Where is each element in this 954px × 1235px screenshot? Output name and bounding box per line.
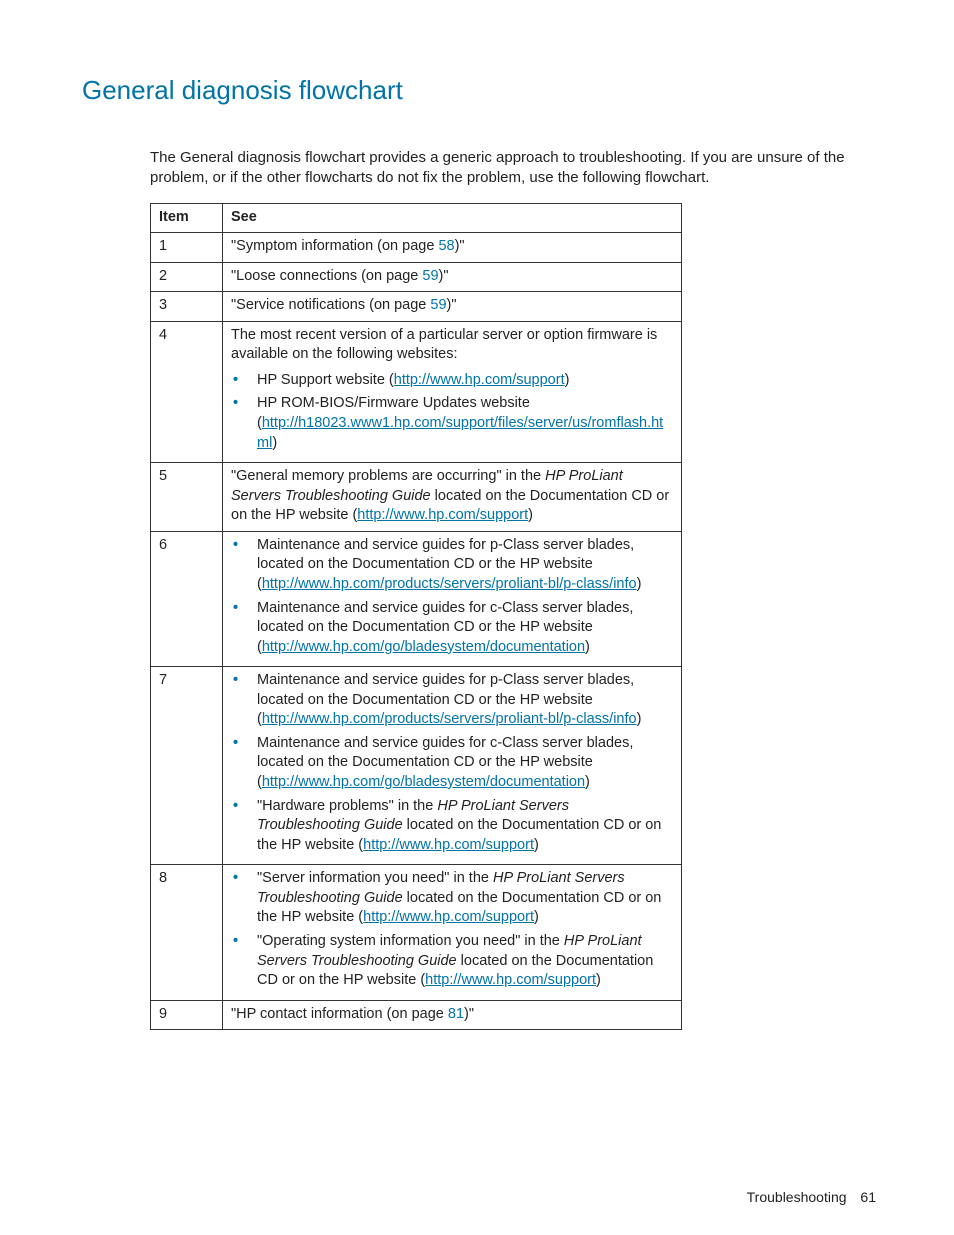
page-ref-link[interactable]: 58 [438,238,454,254]
list-item: Maintenance and service guides for c-Cla… [231,734,673,793]
table-row: 5 "General memory problems are occurring… [151,463,682,532]
page-ref-link[interactable]: 81 [448,1006,464,1022]
table-row: 8 "Server information you need" in the H… [151,865,682,1000]
url-link[interactable]: http://www.hp.com/support [394,372,565,388]
url-link[interactable]: http://www.hp.com/go/bladesystem/documen… [262,639,585,655]
url-link[interactable]: http://www.hp.com/support [363,837,534,853]
list-item: Maintenance and service guides for p-Cla… [231,671,673,730]
page-ref-link[interactable]: 59 [430,297,446,313]
see-cell: The most recent version of a particular … [223,321,682,462]
see-cell: "General memory problems are occurring" … [223,463,682,532]
url-link[interactable]: http://www.hp.com/products/servers/proli… [262,576,637,592]
table-row: 7 Maintenance and service guides for p-C… [151,667,682,865]
list-item: Maintenance and service guides for p-Cla… [231,536,673,595]
url-link[interactable]: http://www.hp.com/support [357,507,528,523]
table-row: 4 The most recent version of a particula… [151,321,682,462]
url-link[interactable]: http://www.hp.com/products/servers/proli… [262,711,637,727]
list-item: HP Support website (http://www.hp.com/su… [231,371,673,391]
see-cell: "Symptom information (on page 58)" [223,233,682,263]
table-header-row: Item See [151,203,682,233]
item-cell: 4 [151,321,223,462]
reference-table: Item See 1 "Symptom information (on page… [150,203,682,1031]
list-item: "Hardware problems" in the HP ProLiant S… [231,797,673,856]
url-link[interactable]: http://www.hp.com/go/bladesystem/documen… [262,774,585,790]
footer-page-number: 61 [860,1189,876,1205]
see-cell: "Server information you need" in the HP … [223,865,682,1000]
list-item: HP ROM-BIOS/Firmware Updates website (ht… [231,394,673,453]
list-item: "Operating system information you need" … [231,932,673,991]
see-cell: Maintenance and service guides for p-Cla… [223,667,682,865]
page-title: General diagnosis flowchart [82,75,876,106]
intro-paragraph: The General diagnosis flowchart provides… [82,148,876,189]
see-cell: Maintenance and service guides for p-Cla… [223,531,682,666]
col-item: Item [151,203,223,233]
list-item: "Server information you need" in the HP … [231,869,673,928]
item-cell: 8 [151,865,223,1000]
col-see: See [223,203,682,233]
url-link[interactable]: http://www.hp.com/support [363,909,534,925]
item-cell: 6 [151,531,223,666]
item-cell: 7 [151,667,223,865]
item-cell: 1 [151,233,223,263]
item-cell: 5 [151,463,223,532]
see-cell: "Loose connections (on page 59)" [223,262,682,292]
url-link[interactable]: http://www.hp.com/support [425,972,596,988]
footer-section: Troubleshooting [747,1189,847,1205]
see-cell: "HP contact information (on page 81)" [223,1000,682,1030]
table-row: 3 "Service notifications (on page 59)" [151,292,682,322]
item-cell: 9 [151,1000,223,1030]
table-row: 2 "Loose connections (on page 59)" [151,262,682,292]
item-cell: 3 [151,292,223,322]
table-row: 6 Maintenance and service guides for p-C… [151,531,682,666]
item-cell: 2 [151,262,223,292]
list-item: Maintenance and service guides for c-Cla… [231,599,673,658]
url-link[interactable]: http://h18023.www1.hp.com/support/files/… [257,415,663,451]
see-cell: "Service notifications (on page 59)" [223,292,682,322]
table-row: 1 "Symptom information (on page 58)" [151,233,682,263]
page-footer: Troubleshooting 61 [747,1189,876,1205]
table-row: 9 "HP contact information (on page 81)" [151,1000,682,1030]
page-ref-link[interactable]: 59 [422,268,438,284]
